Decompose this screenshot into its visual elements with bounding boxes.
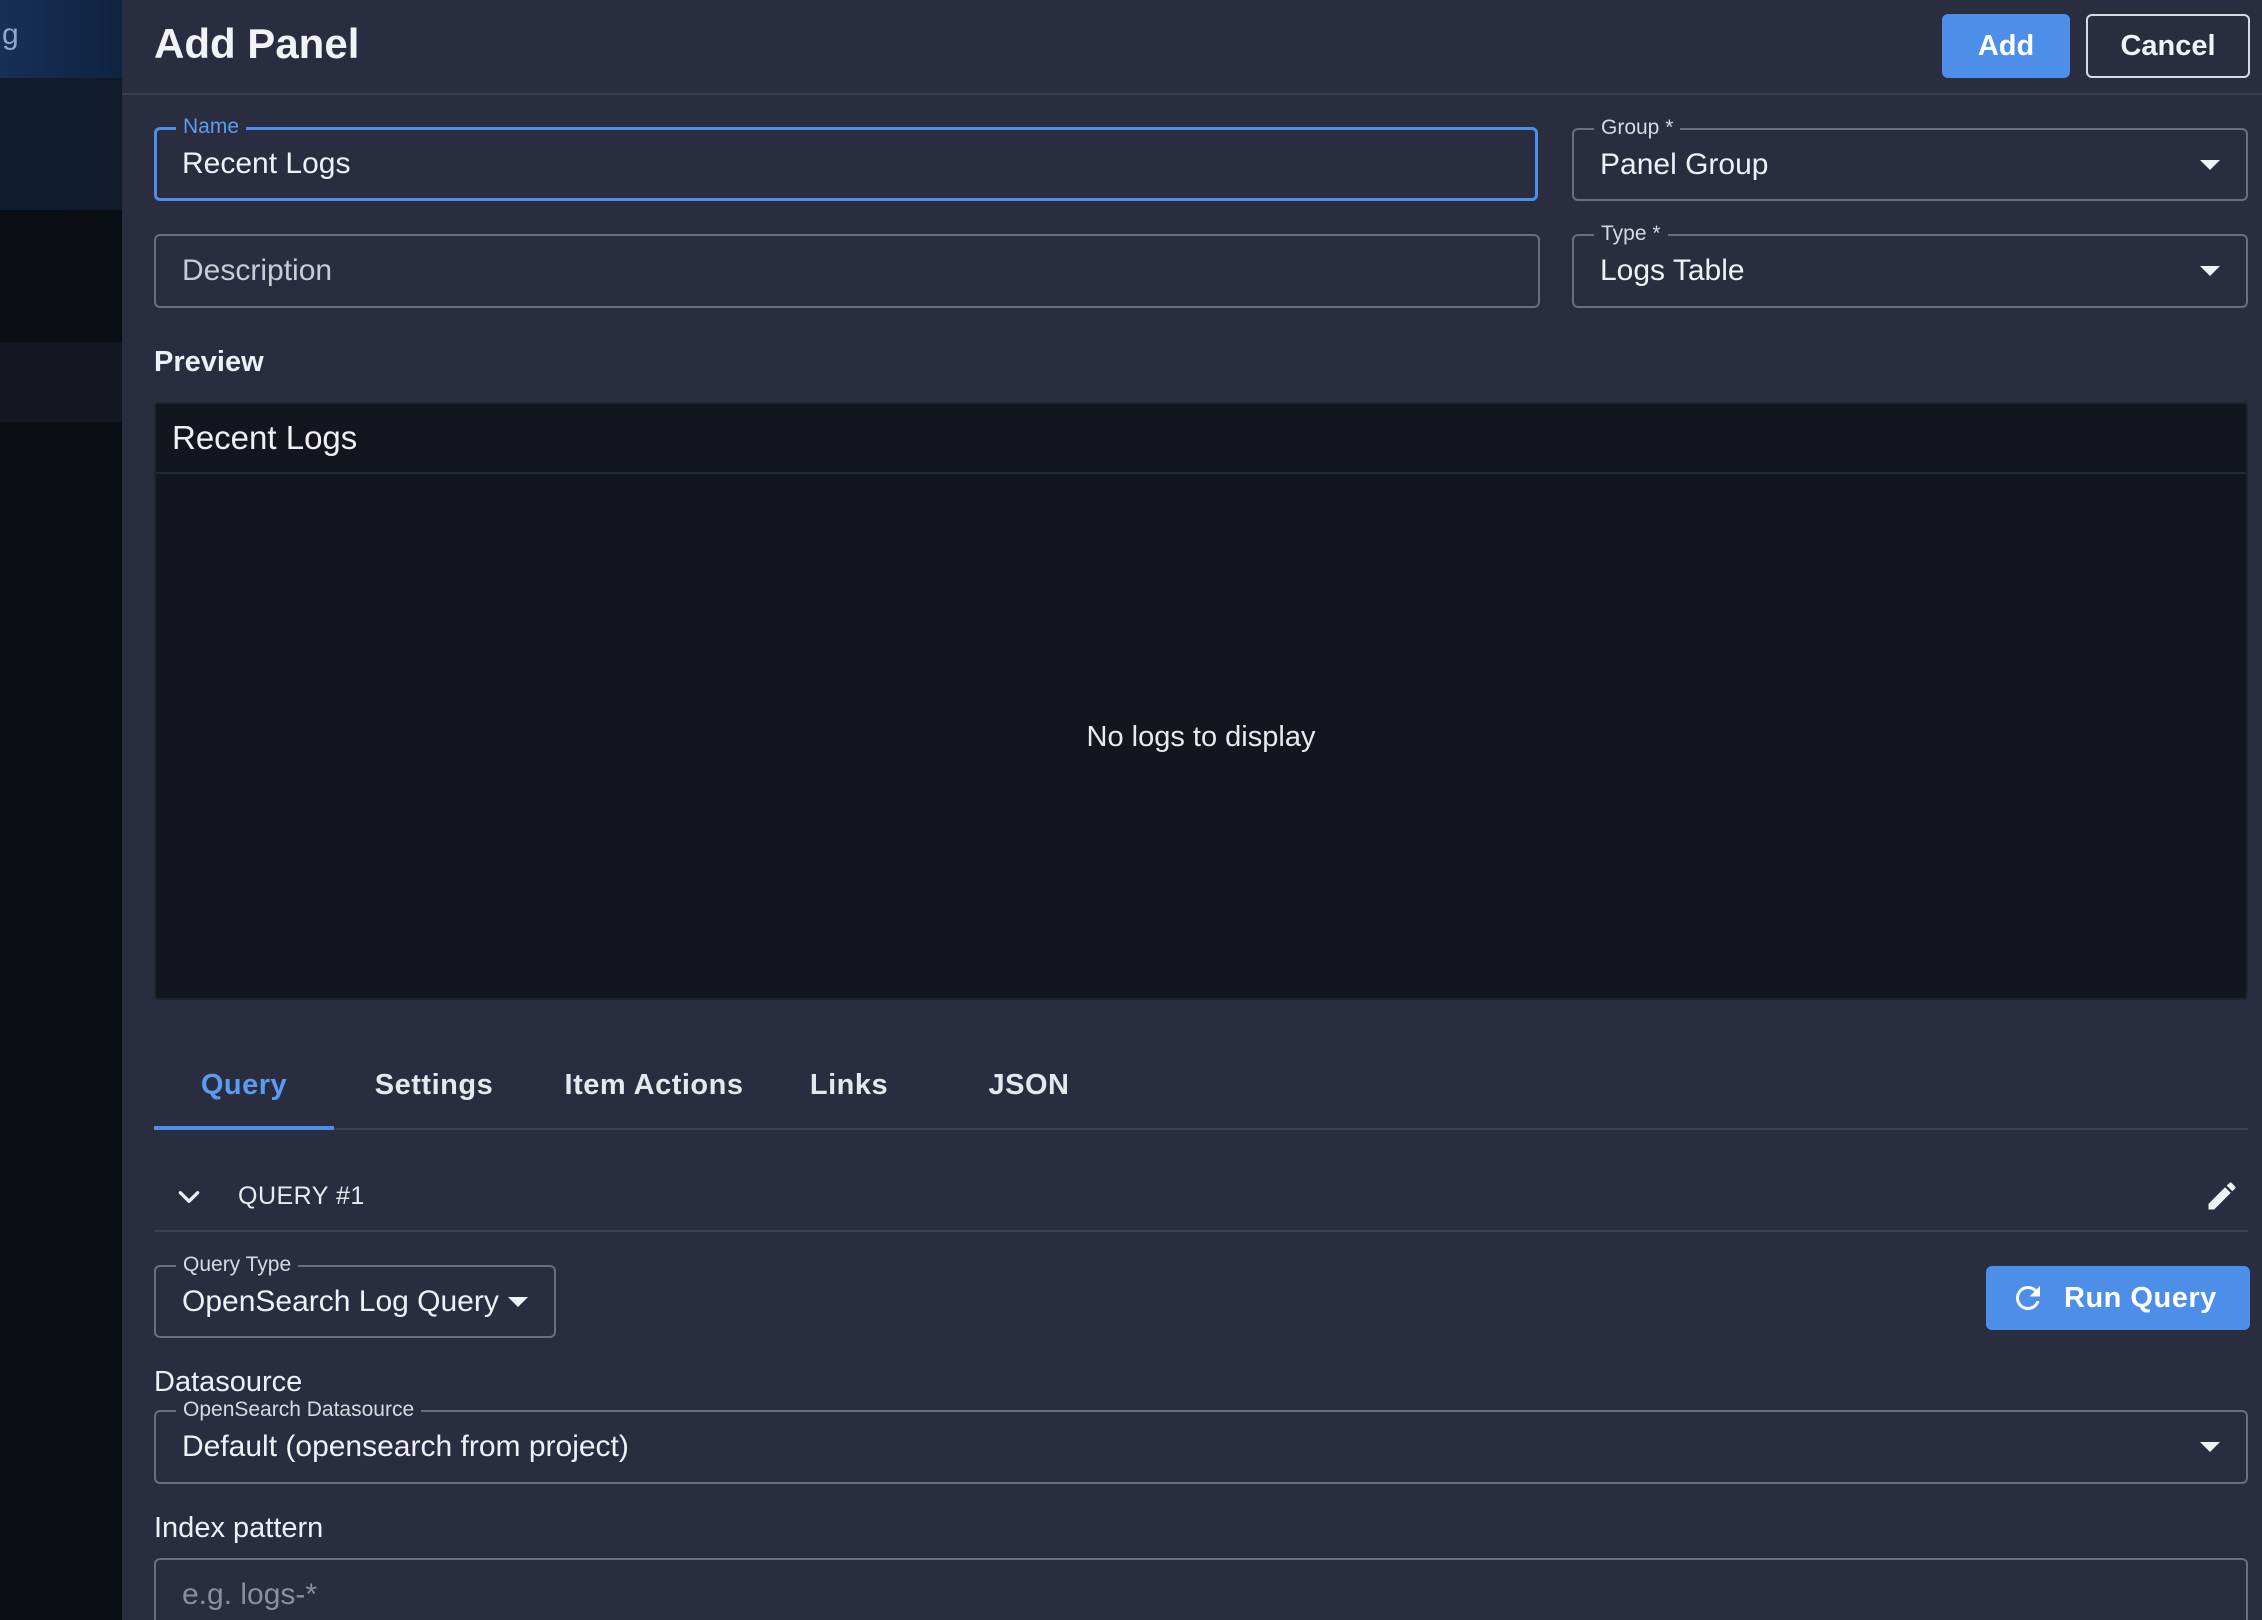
chevron-down-icon[interactable] [176, 1184, 202, 1210]
index-pattern-section-label: Index pattern [154, 1512, 324, 1544]
description-field[interactable]: Description [154, 234, 1540, 308]
query-header-label: QUERY #1 [238, 1181, 365, 1210]
group-select-value: Panel Group [1600, 147, 1769, 181]
name-field-value: Recent Logs [182, 147, 351, 180]
preview-empty-message: No logs to display [1086, 720, 1316, 753]
tab-settings[interactable]: Settings [334, 1040, 534, 1130]
description-placeholder: Description [182, 254, 333, 287]
type-select[interactable]: Type * Logs Table [1572, 222, 2248, 308]
run-query-label: Run Query [2064, 1281, 2217, 1314]
editor-tabs: Query Settings Item Actions Links JSON [154, 1040, 2248, 1130]
refresh-icon [2015, 1286, 2040, 1310]
caret-down-icon [2200, 266, 2220, 276]
query-header: QUERY #1 [154, 1160, 2248, 1232]
group-select[interactable]: Group * Panel Group [1572, 116, 2248, 201]
preview-section-label: Preview [154, 346, 264, 378]
datasource-select-value: Default (opensearch from project) [182, 1430, 629, 1463]
add-button[interactable]: Add [1942, 14, 2070, 78]
active-tab-indicator [154, 1126, 334, 1130]
background-nav-item [0, 342, 122, 422]
background-sidebar: g [0, 0, 122, 1620]
run-query-button[interactable]: Run Query [1986, 1266, 2250, 1330]
caret-down-icon [2200, 159, 2220, 170]
query-type-select[interactable]: Query Type OpenSearch Log Query [154, 1253, 556, 1338]
background-nav-item [0, 78, 122, 210]
index-pattern-input[interactable]: e.g. logs-* [154, 1558, 2248, 1620]
background-nav-item-active: g [0, 0, 122, 78]
caret-down-icon [2200, 1442, 2220, 1452]
preview-panel-title: Recent Logs [156, 404, 2246, 474]
pencil-icon[interactable] [2204, 1178, 2240, 1214]
caret-down-icon [508, 1296, 528, 1307]
datasource-section-label: Datasource [154, 1366, 303, 1398]
tab-item-actions[interactable]: Item Actions [534, 1040, 774, 1130]
cancel-button[interactable]: Cancel [2086, 14, 2250, 78]
type-select-value: Logs Table [1600, 254, 1745, 287]
add-panel-drawer: Add Panel Add Cancel Name Recent Logs Gr… [122, 0, 2262, 1620]
datasource-select[interactable]: OpenSearch Datasource Default (opensearc… [154, 1398, 2248, 1484]
panel-preview: Recent Logs No logs to display [154, 402, 2248, 1000]
background-nav-partial-text: g [2, 18, 19, 51]
index-pattern-placeholder: e.g. logs-* [182, 1578, 318, 1611]
name-field[interactable]: Name Recent Logs [154, 115, 1538, 201]
drawer-header: Add Panel Add Cancel [122, 0, 2262, 95]
tab-query[interactable]: Query [154, 1040, 334, 1130]
query-type-value: OpenSearch Log Query [182, 1284, 499, 1318]
drawer-title: Add Panel [154, 20, 360, 67]
tab-json[interactable]: JSON [924, 1040, 1134, 1130]
tab-links[interactable]: Links [774, 1040, 924, 1130]
